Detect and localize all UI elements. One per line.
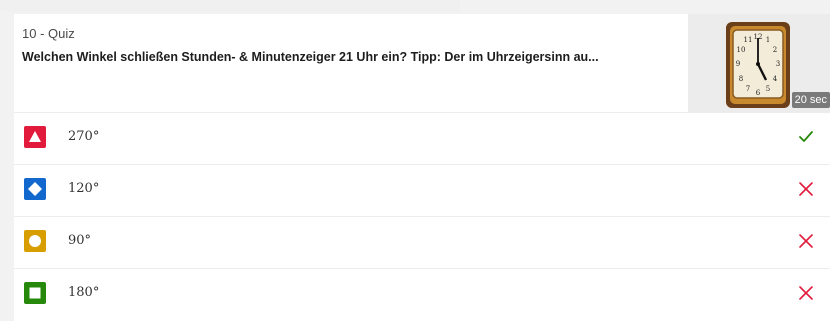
question-card: 10 - Quiz Welchen Winkel schließen Stund… (14, 14, 830, 321)
svg-text:2: 2 (773, 46, 777, 54)
question-text: Welchen Winkel schließen Stunden- & Minu… (22, 50, 599, 64)
question-header: 10 - Quiz Welchen Winkel schließen Stund… (14, 14, 830, 113)
svg-text:7: 7 (746, 85, 750, 93)
cross-icon (796, 231, 816, 251)
answer-label: 90° (68, 233, 92, 248)
svg-text:10: 10 (737, 46, 746, 54)
check-icon (796, 127, 816, 147)
triangle-icon (24, 126, 46, 148)
cross-icon (796, 283, 816, 303)
answer-label: 270° (68, 129, 100, 144)
circle-icon (24, 230, 46, 252)
answer-options: 270° 120° 90° 180° (14, 113, 830, 320)
answer-option-1: 270° (14, 113, 830, 165)
svg-text:1: 1 (766, 36, 770, 44)
diamond-icon (24, 178, 46, 200)
svg-text:6: 6 (756, 89, 761, 97)
answer-option-2: 120° (14, 165, 830, 217)
time-limit-badge: 20 sec (791, 92, 830, 108)
svg-text:3: 3 (776, 60, 780, 68)
cross-icon (796, 179, 816, 199)
question-number-type: 10 - Quiz (22, 26, 75, 41)
svg-text:4: 4 (773, 75, 778, 83)
answer-option-4: 180° (14, 269, 830, 320)
svg-text:5: 5 (766, 85, 770, 93)
svg-text:11: 11 (744, 36, 753, 44)
answer-label: 180° (68, 285, 100, 300)
answer-label: 120° (68, 181, 100, 196)
svg-text:9: 9 (736, 60, 740, 68)
answer-option-3: 90° (14, 217, 830, 269)
top-divider (0, 0, 460, 11)
wall-clock-image: 12 3 6 9 1 2 4 5 7 8 10 11 (726, 22, 790, 108)
svg-text:8: 8 (739, 75, 743, 83)
square-icon (24, 282, 46, 304)
question-image[interactable]: 12 3 6 9 1 2 4 5 7 8 10 11 20 sec (688, 14, 830, 112)
